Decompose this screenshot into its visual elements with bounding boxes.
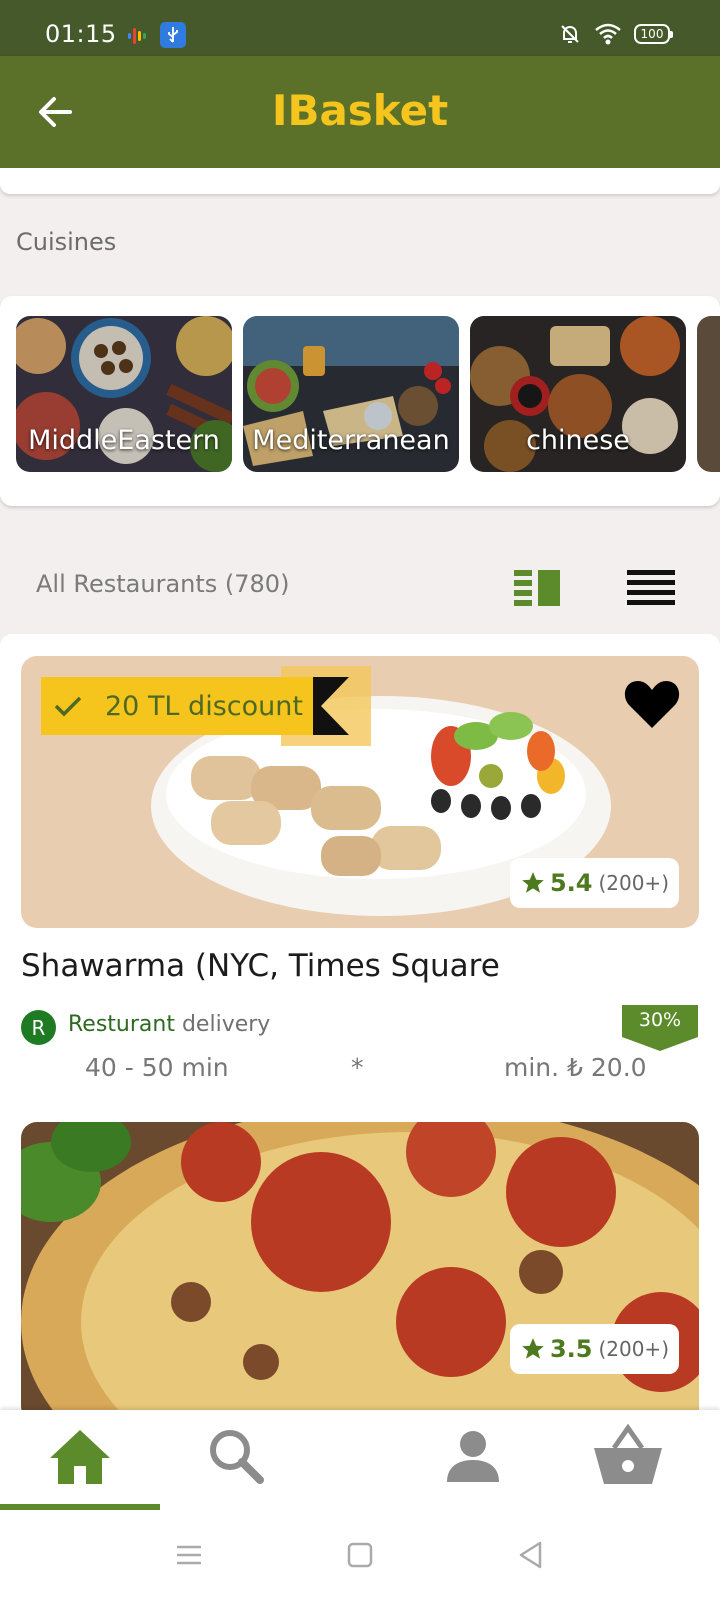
cuisine-label: Mediterranean [252, 425, 450, 456]
discount-label: 20 TL discount [105, 690, 303, 722]
cuisine-card-mediterranean[interactable]: Mediterranean [243, 316, 459, 472]
system-nav-bar [0, 1510, 720, 1600]
star-icon [522, 1338, 544, 1359]
cuisine-card-middleeastern[interactable]: MiddleEastern [16, 316, 232, 472]
app-bar: IBasket [0, 56, 720, 168]
home-square-icon[interactable] [345, 1540, 375, 1570]
basket-icon[interactable] [592, 1424, 664, 1488]
search-strip [0, 168, 720, 194]
percent-off-badge: 30% [622, 1005, 698, 1051]
battery-icon: 100 [634, 24, 673, 44]
delivery-time: 40 - 50 min [85, 1053, 229, 1082]
list-view-icon[interactable] [627, 568, 677, 608]
status-bar: 01:15 100 [0, 0, 720, 56]
cuisine-label: MiddleEastern [28, 425, 220, 456]
rating-count: (200+) [598, 871, 669, 895]
bell-off-icon [561, 25, 579, 43]
banner-ribbon-tail [313, 677, 349, 735]
rating-badge: 5.4 (200+) [509, 858, 679, 908]
favorite-heart-icon[interactable] [623, 678, 681, 730]
rating-badge: 3.5 (200+) [509, 1324, 679, 1374]
percent-off-value: 30% [638, 1009, 682, 1031]
rating-value: 5.4 [549, 869, 593, 897]
cuisine-card-chinese[interactable]: chinese [470, 316, 686, 472]
discount-banner: 20 TL discount [41, 677, 315, 735]
home-icon[interactable] [44, 1424, 116, 1488]
restaurant-name[interactable]: Shawarma (NYC, Times Square [21, 948, 500, 984]
menu-icon[interactable] [174, 1540, 204, 1570]
delivery-label: delivery [181, 1012, 271, 1037]
cuisine-card-partial[interactable] [697, 316, 720, 472]
bottom-nav [0, 1410, 720, 1510]
cuisine-image [697, 316, 720, 472]
restaurants-count-label: All Restaurants (780) [36, 570, 290, 598]
cuisines-title: Cuisines [16, 228, 117, 256]
restaurant-card-image[interactable]: 20 TL discount 5.4 (200+) [21, 656, 699, 928]
cuisine-label: chinese [526, 425, 630, 456]
wifi-icon [595, 23, 621, 45]
delivery-info: Resturant delivery [68, 1012, 270, 1037]
profile-icon[interactable] [437, 1424, 509, 1488]
meta-separator: * [351, 1053, 364, 1082]
back-triangle-icon[interactable] [516, 1540, 546, 1570]
assistant-dots-icon [128, 28, 146, 44]
status-time: 01:15 [45, 20, 117, 48]
restaurant-type-badge: R [21, 1010, 56, 1045]
min-order: min. ₺ 20.0 [504, 1053, 647, 1082]
rating-count: (200+) [598, 1337, 669, 1361]
app-title: IBasket [271, 86, 449, 135]
restaurant-feed[interactable]: 20 TL discount 5.4 (200+) Shawarma (NYC,… [0, 634, 720, 1410]
restaurant-type-label: Resturant [68, 1012, 175, 1037]
restaurant-card-image[interactable]: 3.5 (200+) [21, 1122, 699, 1410]
rating-value: 3.5 [549, 1335, 593, 1363]
grid-view-icon[interactable] [514, 568, 564, 608]
search-icon[interactable] [200, 1424, 272, 1488]
star-icon [522, 872, 544, 893]
check-icon [54, 696, 82, 717]
cuisines-carousel[interactable]: MiddleEastern Mediterranean chinese [0, 296, 720, 506]
usb-icon [160, 22, 186, 48]
